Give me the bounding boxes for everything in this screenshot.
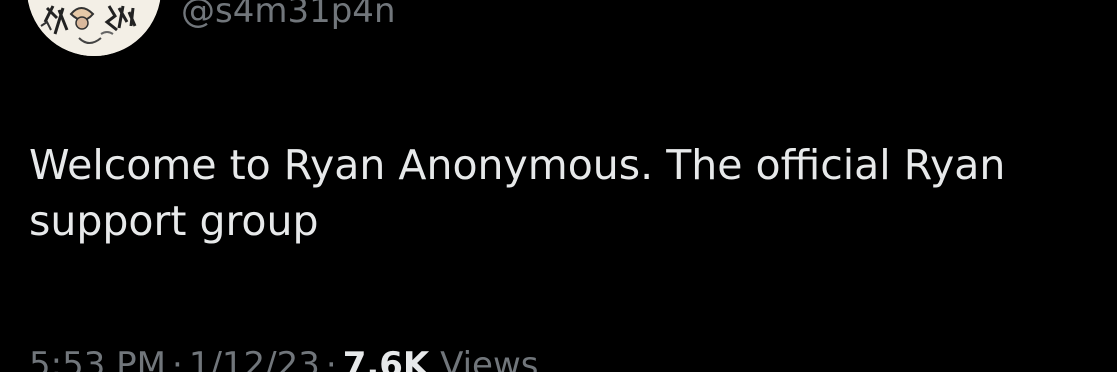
tweet: @s4m31p4n Welcome to Ryan Anonymous. The…: [0, 0, 1117, 372]
tweet-meta: 5:53 PM · 1/12/23 · 7.6K Views: [29, 343, 539, 372]
meta-separator: ·: [325, 345, 337, 372]
tweet-text-line-1: Welcome to Ryan Anonymous. The official …: [29, 141, 1006, 189]
avatar[interactable]: [27, 0, 161, 56]
tweet-date[interactable]: 1/12/23: [189, 345, 320, 372]
tweet-text-line-2: support group: [29, 197, 319, 245]
tweet-time[interactable]: 5:53 PM: [29, 345, 166, 372]
user-handle[interactable]: @s4m31p4n: [181, 0, 396, 31]
views-count[interactable]: 7.6K: [343, 345, 430, 372]
profile-avatar-doodle-icon: [27, 0, 161, 56]
views-label: Views: [440, 345, 539, 372]
meta-separator: ·: [172, 345, 183, 372]
tweet-text: Welcome to Ryan Anonymous. The official …: [29, 137, 1114, 249]
